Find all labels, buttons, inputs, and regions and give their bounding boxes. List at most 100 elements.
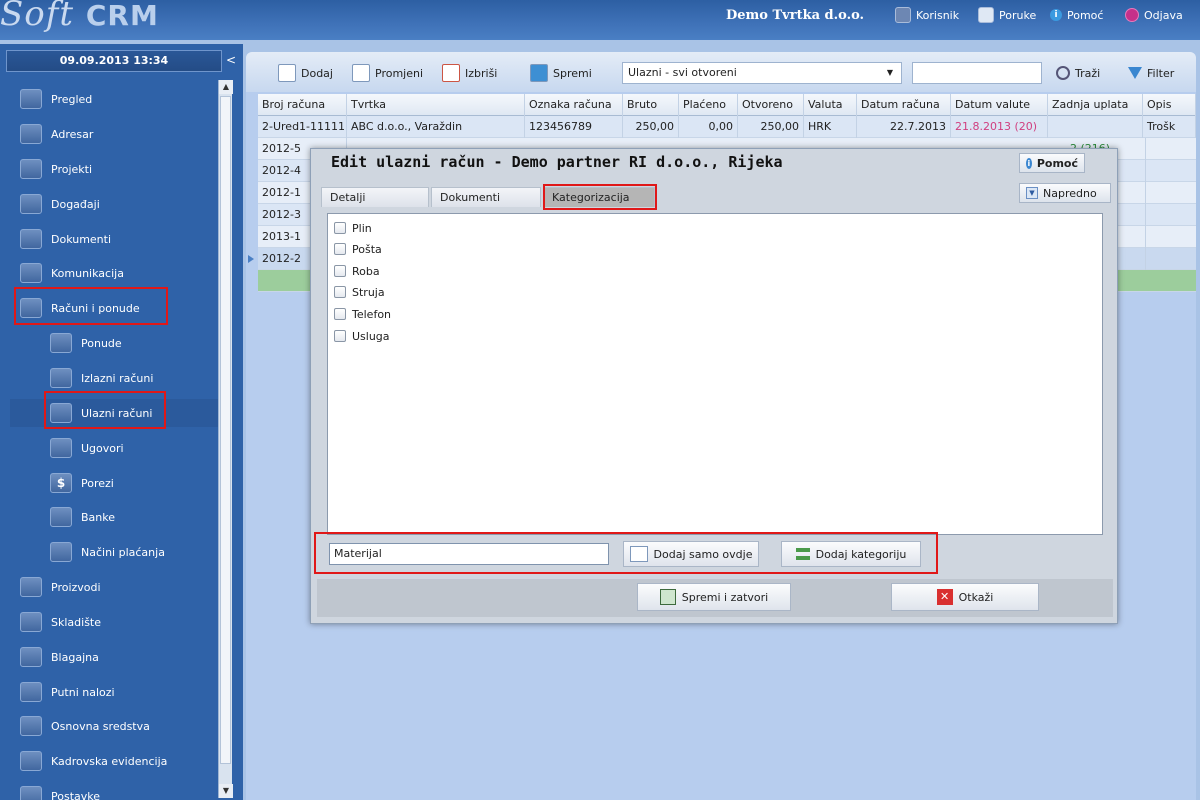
sidebar-item-adresar[interactable]: Adresar	[10, 120, 218, 148]
category-item[interactable]: Plin	[334, 219, 372, 237]
user-link-label: Korisnik	[916, 8, 960, 22]
edit-button[interactable]: Promjeni	[352, 62, 423, 84]
scrollbar-thumb[interactable]	[220, 96, 231, 764]
add-category-button[interactable]: Dodaj kategoriju	[781, 541, 921, 567]
search-button[interactable]: Traži	[1056, 62, 1100, 84]
collapse-sidebar-button[interactable]: <	[224, 50, 238, 72]
address-book-icon	[20, 124, 42, 144]
help-link[interactable]: i Pomoć	[1050, 6, 1103, 24]
dialog-title: Edit ulazni račun - Demo partner RI d.o.…	[331, 153, 783, 171]
sidebar-item-ponude[interactable]: Ponude	[10, 329, 218, 357]
advanced-button[interactable]: ▼ Napredno	[1019, 183, 1111, 203]
power-icon	[1125, 8, 1139, 22]
column-header[interactable]: Zadnja uplata	[1048, 94, 1143, 116]
add-category-label: Dodaj kategoriju	[815, 547, 907, 561]
tab-kategorizacija[interactable]: Kategorizacija	[543, 187, 655, 207]
sidebar-item-racuni-i-ponude[interactable]: Računi i ponude	[10, 294, 218, 322]
column-header[interactable]: Datum valute	[951, 94, 1048, 116]
column-header[interactable]: Plaćeno	[679, 94, 738, 116]
filter-select[interactable]: Ulazni - svi otvoreni ▼	[622, 62, 902, 84]
sidebar-item-projekti[interactable]: Projekti	[10, 155, 218, 183]
bank-icon	[50, 507, 72, 527]
sidebar-item-label: Ponude	[81, 336, 122, 350]
sidebar-scrollbar[interactable]: ▲ ▼	[218, 80, 233, 798]
contracts-icon	[50, 438, 72, 458]
column-header[interactable]: Broj računa	[258, 94, 347, 116]
current-datetime: 09.09.2013 13:34	[6, 50, 222, 72]
checkbox[interactable]	[334, 243, 346, 255]
sidebar-item-ulazni-racuni[interactable]: Ulazni računi	[10, 399, 218, 427]
category-item[interactable]: Pošta	[334, 240, 382, 258]
filter-button[interactable]: Filter	[1128, 62, 1174, 84]
column-header[interactable]: Bruto	[623, 94, 679, 116]
messages-link[interactable]: Poruke	[978, 6, 1036, 24]
column-header[interactable]: Oznaka računa	[525, 94, 623, 116]
sidebar-item-izlazni-racuni[interactable]: Izlazni računi	[10, 364, 218, 392]
add-here-only-button[interactable]: Dodaj samo ovdje	[623, 541, 759, 567]
cancel-button[interactable]: ✕ Otkaži	[891, 583, 1039, 611]
sidebar-item-banke[interactable]: Banke	[10, 503, 218, 531]
column-header[interactable]: Tvrtka	[347, 94, 525, 116]
advanced-button-label: Napredno	[1043, 186, 1097, 200]
checkbox[interactable]	[334, 330, 346, 342]
sidebar-item-ugovori[interactable]: Ugovori	[10, 434, 218, 462]
search-input[interactable]	[912, 62, 1042, 84]
sidebar-item-nacini-placanja[interactable]: Načini plaćanja	[10, 538, 218, 566]
checkbox[interactable]	[334, 222, 346, 234]
logout-link[interactable]: Odjava	[1125, 6, 1183, 24]
help-button[interactable]: i Pomoć	[1019, 153, 1085, 173]
delete-button-label: Izbriši	[465, 66, 498, 80]
sidebar-item-postavke[interactable]: Postavke	[10, 782, 218, 800]
sidebar-item-osnovna-sredstva[interactable]: Osnovna sredstva	[10, 712, 218, 740]
sidebar-item-pregled[interactable]: Pregled	[10, 85, 218, 113]
checkbox[interactable]	[334, 286, 346, 298]
sidebar-item-kadrovska-evidencija[interactable]: Kadrovska evidencija	[10, 747, 218, 775]
sidebar-item-skladiste[interactable]: Skladište	[10, 608, 218, 636]
sidebar-item-label: Komunikacija	[51, 266, 124, 280]
cell-datum-racuna: 22.7.2013	[857, 116, 951, 138]
sidebar-item-label: Događaji	[51, 197, 100, 211]
sidebar-item-label: Izlazni računi	[81, 371, 154, 385]
column-header[interactable]: Valuta	[804, 94, 857, 116]
sidebar-item-label: Porezi	[81, 476, 114, 490]
table-row[interactable]: 2-Ured1-11111 ABC d.o.o., Varaždin 12345…	[258, 116, 1196, 138]
tab-detalji[interactable]: Detalji	[321, 187, 429, 207]
scroll-down-arrow-icon[interactable]: ▼	[219, 784, 233, 798]
tab-dokumenti[interactable]: Dokumenti	[431, 187, 541, 207]
sidebar-item-blagajna[interactable]: Blagajna	[10, 643, 218, 671]
category-item[interactable]: Telefon	[334, 305, 391, 323]
category-item[interactable]: Struja	[334, 283, 385, 301]
checkbox[interactable]	[334, 308, 346, 320]
category-item[interactable]: Roba	[334, 262, 380, 280]
user-link[interactable]: Korisnik	[895, 6, 959, 24]
invoices-icon	[20, 298, 42, 318]
sidebar-item-dokumenti[interactable]: Dokumenti	[10, 225, 218, 253]
sidebar-item-porezi[interactable]: $ Porezi	[10, 469, 218, 497]
cell-opis: Trošk	[1143, 116, 1196, 138]
settings-icon	[20, 786, 42, 800]
hr-records-icon	[20, 751, 42, 771]
grid-header: Broj računa Tvrtka Oznaka računa Bruto P…	[258, 94, 1196, 116]
chevron-down-icon: ▼	[1026, 187, 1038, 199]
sidebar-item-putni-nalozi[interactable]: Putni nalozi	[10, 678, 218, 706]
close-icon: ✕	[936, 589, 953, 605]
chart-save-icon	[530, 64, 548, 82]
column-header[interactable]: Otvoreno	[738, 94, 804, 116]
save-and-close-button[interactable]: Spremi i zatvori	[637, 583, 791, 611]
sidebar-item-label: Kadrovska evidencija	[51, 754, 168, 768]
scroll-up-arrow-icon[interactable]: ▲	[219, 80, 233, 94]
new-category-input[interactable]: Materijal	[329, 543, 609, 565]
sidebar-item-label: Ugovori	[81, 441, 124, 455]
add-button[interactable]: Dodaj	[278, 62, 333, 84]
column-header[interactable]: Datum računa	[857, 94, 951, 116]
save-button[interactable]: Spremi	[530, 62, 592, 84]
category-item[interactable]: Usluga	[334, 327, 390, 345]
communication-icon	[20, 263, 42, 283]
sidebar-item-komunikacija[interactable]: Komunikacija	[10, 259, 218, 287]
column-header[interactable]: Opis	[1143, 94, 1196, 116]
sidebar-item-proizvodi[interactable]: Proizvodi	[10, 573, 218, 601]
sidebar-item-label: Načini plaćanja	[81, 545, 165, 559]
delete-button[interactable]: Izbriši	[442, 62, 497, 84]
sidebar-item-dogadaji[interactable]: Događaji	[10, 190, 218, 218]
checkbox[interactable]	[334, 265, 346, 277]
